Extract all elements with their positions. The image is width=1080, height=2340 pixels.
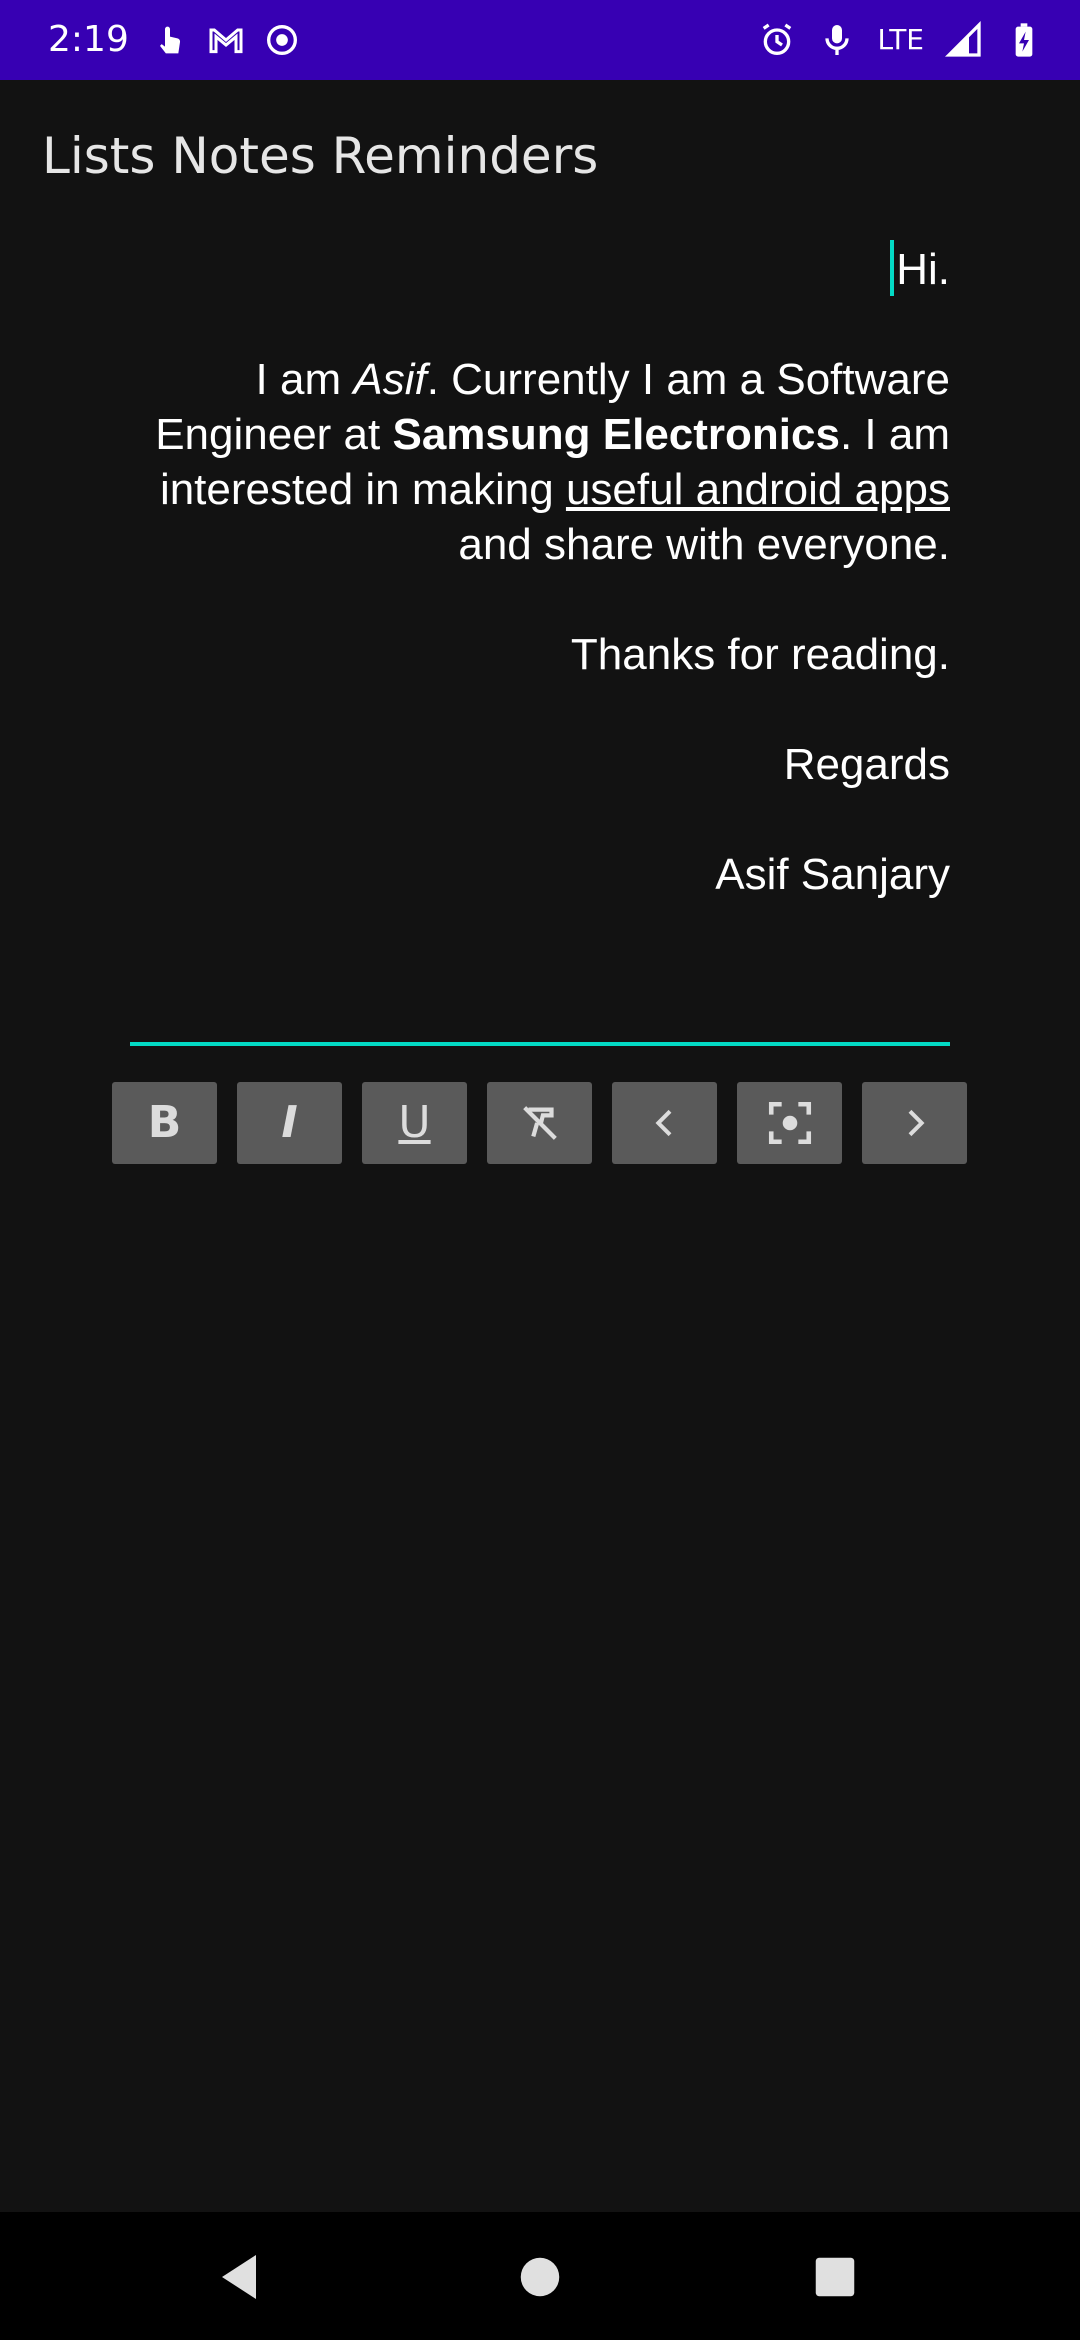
italic-icon: I bbox=[281, 1097, 298, 1148]
previous-button[interactable] bbox=[612, 1082, 717, 1164]
underline-button[interactable]: U bbox=[362, 1082, 467, 1164]
company-bold: Samsung Electronics bbox=[392, 410, 840, 459]
italic-button[interactable]: I bbox=[237, 1082, 342, 1164]
recents-button[interactable] bbox=[800, 2242, 870, 2312]
app-title: Lists Notes Reminders bbox=[42, 127, 599, 185]
screen: 2:19 LTE Lists Notes Reminders Hi. I am … bbox=[0, 0, 1080, 2340]
bold-button[interactable]: B bbox=[112, 1082, 217, 1164]
back-icon bbox=[222, 2255, 256, 2299]
touch-icon bbox=[160, 26, 181, 54]
focus-capture-icon bbox=[768, 1101, 811, 1145]
intro-paragraph: I am Asif. Currently I am a Software Eng… bbox=[155, 355, 950, 569]
microphone-icon bbox=[825, 25, 850, 55]
record-icon bbox=[267, 25, 297, 55]
recents-icon bbox=[815, 2257, 855, 2297]
navigation-bar bbox=[0, 2212, 1080, 2340]
clear-format-icon bbox=[522, 1106, 557, 1140]
greeting-line: Hi. bbox=[120, 240, 950, 297]
bold-icon: B bbox=[147, 1097, 182, 1148]
next-button[interactable] bbox=[862, 1082, 967, 1164]
format-toolbar: B I U bbox=[112, 1082, 967, 1164]
text-cursor bbox=[890, 240, 895, 296]
name-italic: Asif bbox=[353, 355, 427, 404]
gmail-icon bbox=[209, 28, 243, 54]
clear-format-button[interactable] bbox=[487, 1082, 592, 1164]
home-icon bbox=[520, 2257, 560, 2297]
status-bar: 2:19 LTE bbox=[0, 0, 1080, 80]
chevron-left-icon bbox=[655, 1109, 671, 1137]
status-time: 2:19 bbox=[48, 19, 129, 60]
network-type: LTE bbox=[877, 23, 924, 56]
regards-line: Regards bbox=[783, 740, 950, 789]
chevron-right-icon bbox=[908, 1109, 924, 1137]
status-left-icons bbox=[150, 20, 302, 60]
editor-underline bbox=[130, 1042, 950, 1046]
home-button[interactable] bbox=[505, 2242, 575, 2312]
thanks-line: Thanks for reading. bbox=[570, 630, 950, 679]
back-button[interactable] bbox=[205, 2242, 275, 2312]
status-right-icons: LTE bbox=[757, 18, 1044, 62]
signal-icon bbox=[944, 20, 981, 57]
underline-icon: U bbox=[398, 1097, 431, 1148]
signature-line: Asif Sanjary bbox=[715, 850, 950, 899]
underlined-text: useful android apps bbox=[565, 465, 950, 514]
alarm-icon bbox=[763, 23, 792, 56]
battery-charging-icon bbox=[1015, 23, 1033, 57]
rich-text-editor[interactable]: Hi. I am Asif. Currently I am a Software… bbox=[120, 240, 950, 902]
capture-button[interactable] bbox=[737, 1082, 842, 1164]
